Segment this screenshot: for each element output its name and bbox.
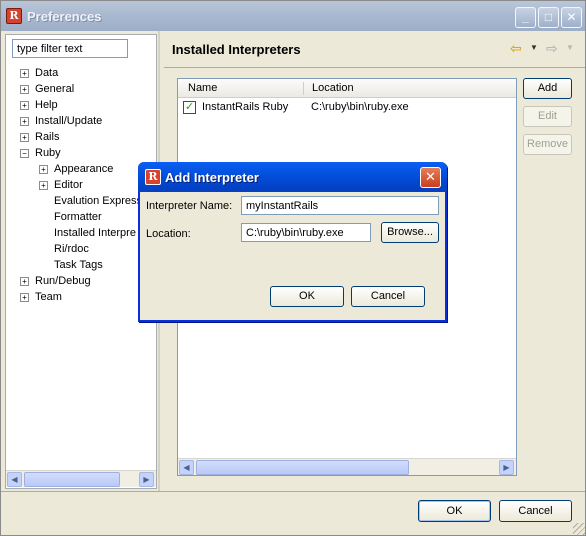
tree-item-label: Ruby — [35, 147, 61, 159]
window-title: Preferences — [27, 9, 102, 24]
back-arrow-icon[interactable]: ⇦ — [510, 41, 526, 55]
column-header-name[interactable]: Name — [188, 82, 217, 94]
expand-icon[interactable]: + — [20, 293, 29, 302]
add-interpreter-dialog: R Add Interpreter ✕ Interpreter Name: Lo… — [138, 162, 447, 322]
scroll-left-icon[interactable]: ◀ — [7, 472, 22, 487]
tree-item[interactable]: Task Tags — [6, 257, 156, 273]
tree-item[interactable]: + Rails — [6, 129, 156, 145]
filter-input[interactable] — [12, 39, 128, 58]
maximize-icon[interactable]: □ — [538, 7, 559, 28]
tree-item[interactable]: + Data — [6, 65, 156, 81]
tree-item[interactable]: + Run/Debug — [6, 273, 156, 289]
tree-item-label: Ri/rdoc — [54, 243, 89, 255]
checkbox-checked-icon[interactable]: ✓ — [183, 101, 196, 114]
close-icon[interactable]: ✕ — [561, 7, 582, 28]
close-icon[interactable]: ✕ — [420, 167, 441, 188]
tree-item[interactable]: + Help — [6, 97, 156, 113]
edit-button: Edit — [523, 106, 572, 127]
scroll-right-icon[interactable]: ▶ — [139, 472, 154, 487]
tree-item-label: General — [35, 83, 75, 95]
tree-item-label: Install/Update — [35, 115, 103, 127]
tree-horizontal-scrollbar[interactable]: ◀ ▶ — [6, 470, 156, 487]
row-location: C:\ruby\bin\ruby.exe — [311, 101, 409, 113]
title-separator — [164, 67, 585, 68]
column-separator[interactable] — [303, 82, 304, 95]
tree-item-label: Evalution Express — [54, 195, 143, 207]
expand-icon[interactable]: + — [39, 181, 48, 190]
interpreter-name-input[interactable] — [241, 196, 439, 215]
expand-icon[interactable]: + — [20, 101, 29, 110]
location-label: Location: — [146, 228, 191, 240]
scroll-thumb[interactable] — [24, 472, 120, 487]
expand-icon[interactable]: + — [20, 85, 29, 94]
tree-item-label: Data — [35, 67, 59, 79]
ruby-app-icon: R — [6, 8, 22, 24]
expand-icon[interactable]: + — [20, 277, 29, 286]
expand-icon[interactable]: + — [39, 165, 48, 174]
resize-grip-icon[interactable] — [573, 523, 585, 535]
dialog-title-bar[interactable]: R Add Interpreter ✕ — [138, 162, 447, 192]
row-name: InstantRails Ruby — [202, 101, 289, 113]
tree-item-label: Installed Interpre — [54, 227, 136, 239]
footer-separator — [1, 491, 585, 492]
table-horizontal-scrollbar[interactable]: ◀ ▶ — [178, 458, 516, 475]
tree-item-label: Appearance — [54, 163, 114, 175]
interpreter-name-label: Interpreter Name: — [146, 200, 233, 212]
scroll-right-icon[interactable]: ▶ — [499, 460, 514, 475]
table-row[interactable]: ✓ InstantRails Ruby C:\ruby\bin\ruby.exe — [178, 99, 516, 116]
ok-button[interactable]: OK — [418, 500, 491, 522]
remove-button: Remove — [523, 134, 572, 155]
back-dropdown-icon[interactable]: ▼ — [530, 41, 538, 55]
tree-item-label: Run/Debug — [35, 275, 91, 287]
tree-item-label: Formatter — [54, 211, 102, 223]
expand-icon[interactable]: + — [20, 69, 29, 78]
location-input[interactable] — [241, 223, 371, 242]
tree-item[interactable]: + General — [6, 81, 156, 97]
dialog-title: Add Interpreter — [165, 170, 259, 185]
tree-item[interactable]: + Install/Update — [6, 113, 156, 129]
column-header-location[interactable]: Location — [312, 82, 354, 94]
scroll-thumb[interactable] — [196, 460, 409, 475]
dialog-ok-button[interactable]: OK — [270, 286, 344, 307]
expand-icon[interactable]: + — [20, 133, 29, 142]
title-bar[interactable]: R Preferences _ □ ✕ — [1, 1, 585, 31]
tree-item[interactable]: Ri/rdoc — [6, 241, 156, 257]
tree-item[interactable]: + Editor — [6, 177, 156, 193]
tree-item[interactable]: + Team — [6, 289, 156, 305]
browse-button[interactable]: Browse... — [381, 222, 439, 243]
tree-item[interactable]: Formatter — [6, 209, 156, 225]
expand-icon[interactable]: + — [20, 117, 29, 126]
tree-item-label: Task Tags — [54, 259, 103, 271]
forward-dropdown-icon: ▼ — [566, 43, 574, 52]
tree-item[interactable]: Evalution Express — [6, 193, 156, 209]
minimize-icon[interactable]: _ — [515, 7, 536, 28]
tree-item-label: Help — [35, 99, 58, 111]
page-title: Installed Interpreters — [172, 42, 301, 57]
cancel-button[interactable]: Cancel — [499, 500, 572, 522]
tree-item[interactable]: + Appearance — [6, 161, 156, 177]
table-header: Name Location — [178, 79, 516, 98]
tree-item-label: Rails — [35, 131, 60, 143]
collapse-icon[interactable]: − — [20, 149, 29, 158]
preferences-tree-panel: +Data+General+Help+Install/Update+Rails−… — [5, 34, 157, 489]
scroll-left-icon[interactable]: ◀ — [179, 460, 194, 475]
tree-item-label: Editor — [54, 179, 83, 191]
forward-arrow-icon: ⇨ — [546, 40, 558, 56]
dialog-cancel-button[interactable]: Cancel — [351, 286, 425, 307]
tree-item-label: Team — [35, 291, 62, 303]
tree-item[interactable]: Installed Interpre — [6, 225, 156, 241]
add-button[interactable]: Add — [523, 78, 572, 99]
ruby-app-icon: R — [145, 169, 161, 185]
tree-item[interactable]: − Ruby — [6, 145, 156, 161]
